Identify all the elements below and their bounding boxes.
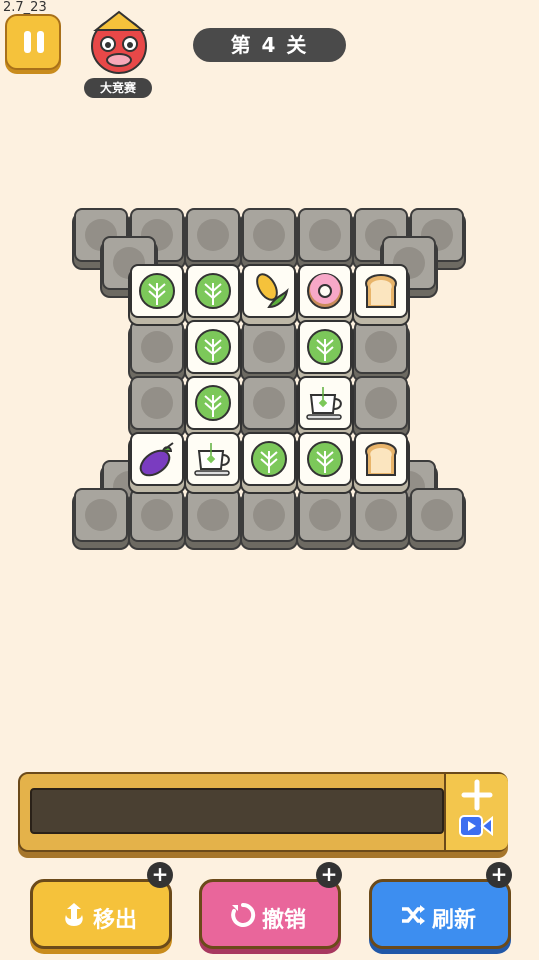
lettuce-icon <box>307 441 343 477</box>
teacup-icon <box>306 387 342 420</box>
blocked-tile <box>410 488 464 542</box>
tile-lettuce[interactable] <box>298 432 352 486</box>
lettuce-icon <box>139 273 175 309</box>
blocked-tile <box>130 376 184 430</box>
add-slot-button[interactable] <box>444 774 508 850</box>
lettuce-icon <box>195 273 231 309</box>
blocked-tile <box>354 488 408 542</box>
lettuce-icon <box>195 329 231 365</box>
lettuce-icon <box>195 385 231 421</box>
blocked-tile <box>298 208 352 262</box>
undo-button[interactable]: + 撤销 <box>199 862 342 949</box>
tray-slot <box>30 788 444 834</box>
blocked-tile <box>242 208 296 262</box>
tile-lettuce[interactable] <box>298 320 352 374</box>
blocked-tile <box>298 488 352 542</box>
undo-label: 撤销 <box>262 908 307 933</box>
blocked-tile <box>74 488 128 542</box>
eggplant-icon <box>139 442 174 477</box>
blocked-tile <box>130 320 184 374</box>
tile-tray <box>18 772 508 852</box>
blocked-tile <box>354 376 408 430</box>
bread-icon <box>365 273 397 308</box>
tile-lettuce[interactable] <box>130 264 184 318</box>
corn-icon <box>256 273 289 309</box>
plus-badge[interactable]: + <box>316 862 342 888</box>
blocked-tile <box>242 376 296 430</box>
shuffle-icon <box>402 905 425 925</box>
lettuce-icon <box>307 329 343 365</box>
blocked-tile <box>130 488 184 542</box>
move-out-button[interactable]: + 移出 <box>30 862 173 949</box>
shuffle-button[interactable]: + 刷新 <box>369 862 512 949</box>
plus-video-icon <box>459 779 493 837</box>
teacup-icon <box>194 443 230 476</box>
move-out-label: 移出 <box>93 908 138 933</box>
tile-donut[interactable] <box>298 264 352 318</box>
shuffle-label: 刷新 <box>432 908 477 933</box>
plus-badge[interactable]: + <box>486 862 512 888</box>
move-out-icon <box>65 903 83 926</box>
tile-corn[interactable] <box>242 264 296 318</box>
tile-lettuce[interactable] <box>186 376 240 430</box>
bread-icon <box>365 441 397 476</box>
donut-icon <box>307 273 343 309</box>
tile-lettuce[interactable] <box>186 320 240 374</box>
plus-badge[interactable]: + <box>147 862 173 888</box>
blocked-tile <box>186 208 240 262</box>
tile-bread[interactable] <box>354 264 408 318</box>
undo-icon <box>231 902 256 927</box>
blocked-tile <box>354 320 408 374</box>
blocked-tile <box>186 488 240 542</box>
tile-lettuce[interactable] <box>242 432 296 486</box>
tile-teacup[interactable] <box>186 432 240 486</box>
tile-lettuce[interactable] <box>186 264 240 318</box>
tile-eggplant[interactable] <box>130 432 184 486</box>
blocked-tile <box>242 488 296 542</box>
tile-teacup[interactable] <box>298 376 352 430</box>
tile-bread[interactable] <box>354 432 408 486</box>
lettuce-icon <box>251 441 287 477</box>
blocked-tile <box>242 320 296 374</box>
